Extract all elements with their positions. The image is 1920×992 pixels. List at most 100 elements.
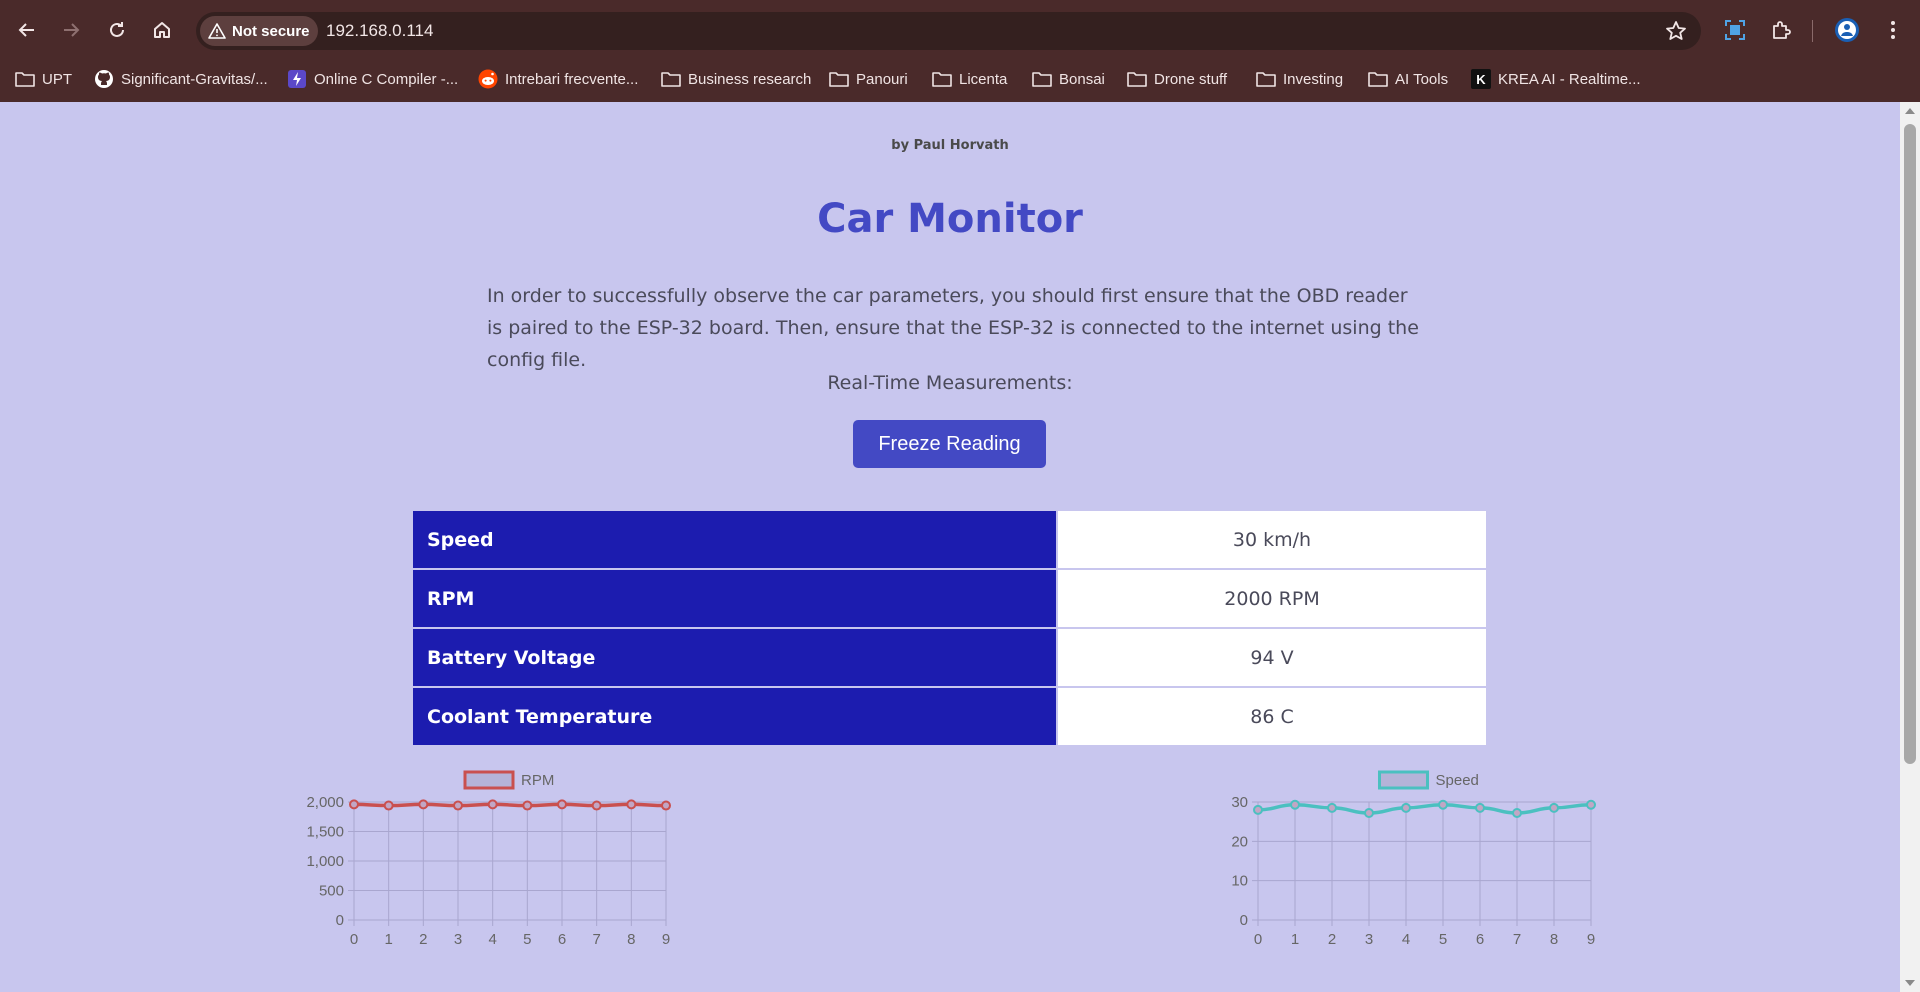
- legend-swatch: [463, 770, 515, 790]
- measurement-label: Speed: [411, 509, 1058, 570]
- browser-toolbar: Not secure 192.168.0.114: [0, 0, 1920, 62]
- folder-icon: [1256, 72, 1276, 87]
- bookmark-label: UPT: [42, 70, 72, 88]
- bookmark-label: KREA AI - Realtime...: [1498, 70, 1641, 88]
- measurement-value: 94 V: [1056, 627, 1488, 688]
- home-icon: [154, 22, 170, 38]
- data-point: [557, 799, 567, 810]
- data-point: [487, 799, 498, 810]
- x-tick-label: 1: [1291, 931, 1299, 948]
- x-tick-label: 2: [1328, 931, 1336, 948]
- bookmark-item[interactable]: Licenta: [932, 66, 1007, 92]
- page-content: by Paul Horvath Car Monitor In order to …: [0, 102, 1900, 992]
- rpm-chart-svg: RPM 0 500 1,000 1,500 2,000 0 1 2 3 4 5 6 7 8 9: [306, 770, 671, 948]
- data-point: [1364, 808, 1374, 819]
- bookmark-item[interactable]: UPT: [15, 66, 72, 92]
- scroll-up-arrow[interactable]: [1905, 108, 1915, 114]
- kebab-menu-icon: [1891, 21, 1895, 39]
- arrow-left-icon: [18, 23, 34, 37]
- bookmark-item[interactable]: Bonsai: [1032, 66, 1105, 92]
- data-point: [418, 799, 429, 810]
- screen-capture-button[interactable]: [1721, 16, 1749, 44]
- scroll-down-arrow[interactable]: [1905, 980, 1915, 986]
- reload-button[interactable]: [102, 15, 132, 45]
- x-tick-label: 4: [488, 931, 496, 948]
- legend-label: RPM: [521, 772, 554, 789]
- security-chip[interactable]: Not secure: [200, 16, 318, 46]
- data-point: [383, 800, 394, 811]
- scrollbar-thumb[interactable]: [1904, 124, 1916, 764]
- x-tick-label: 3: [454, 931, 462, 948]
- table-row: RPM 2000 RPM: [411, 568, 1488, 629]
- measurement-value: 2000 RPM: [1056, 568, 1488, 629]
- profile-button[interactable]: [1833, 16, 1861, 44]
- bookmark-item[interactable]: Significant-Gravitas/...: [94, 66, 268, 92]
- data-point: [591, 800, 602, 811]
- speed-chart-svg: Speed 0 10 20 30 0 1 2 3 4 5 6 7 8 9: [1231, 770, 1596, 948]
- x-tick-label: 3: [1365, 931, 1373, 948]
- bookmark-item[interactable]: Investing: [1256, 66, 1343, 92]
- address-bar[interactable]: Not secure 192.168.0.114: [196, 12, 1701, 50]
- measurement-label: Coolant Temperature: [411, 686, 1058, 747]
- author-byline: by Paul Horvath: [891, 138, 1009, 153]
- bookmark-label: Drone stuff: [1154, 70, 1228, 88]
- measurement-label: Battery Voltage: [411, 627, 1058, 688]
- intro-paragraph: In order to successfully observe the car…: [487, 285, 1419, 371]
- bookmark-star-button[interactable]: [1665, 20, 1687, 46]
- url-text[interactable]: 192.168.0.114: [326, 21, 433, 41]
- puzzle-icon: [1773, 21, 1791, 39]
- bookmark-label: Bonsai: [1059, 70, 1105, 88]
- bookmark-label: Online C Compiler -...: [314, 70, 459, 88]
- extensions-button[interactable]: [1768, 16, 1796, 44]
- y-tick-label: 1,000: [306, 853, 344, 870]
- freeze-reading-button[interactable]: Freeze Reading: [853, 420, 1046, 468]
- x-tick-label: 2: [419, 931, 427, 948]
- warning-icon: [208, 23, 226, 39]
- bookmark-item[interactable]: Intrebari frecvente...: [478, 66, 638, 92]
- data-point: [1512, 808, 1522, 819]
- data-point: [1438, 799, 1448, 810]
- folder-icon: [15, 72, 35, 87]
- data-point: [1327, 802, 1337, 813]
- table-row: Coolant Temperature 86 C: [411, 686, 1488, 747]
- reddit-icon: [478, 69, 498, 89]
- data-point: [522, 800, 533, 811]
- browser-menu-button[interactable]: [1879, 16, 1907, 44]
- data-point: [1475, 802, 1485, 813]
- bookmark-label: Panouri: [856, 70, 908, 88]
- bookmark-item[interactable]: Drone stuff: [1127, 66, 1227, 92]
- security-label: Not secure: [232, 22, 310, 40]
- page-scrollbar[interactable]: [1900, 102, 1920, 992]
- x-tick-label: 1: [384, 931, 392, 948]
- y-tick-label: 20: [1231, 833, 1248, 850]
- bookmark-item[interactable]: K KREA AI - Realtime...: [1471, 66, 1641, 92]
- folder-icon: [661, 72, 681, 87]
- folder-icon: [1368, 72, 1388, 87]
- bookmark-item[interactable]: AI Tools: [1368, 66, 1448, 92]
- x-tick-label: 5: [1439, 931, 1447, 948]
- series-line: [353, 802, 667, 808]
- bookmark-item[interactable]: Online C Compiler -...: [287, 66, 458, 92]
- rpm-chart: RPM 0 500 1,000 1,500 2,000 0 1 2 3 4 5 6 7 8 9: [290, 770, 680, 992]
- bookmark-item[interactable]: Business research: [661, 66, 811, 92]
- arrow-right-icon: [64, 23, 80, 37]
- x-tick-label: 0: [350, 931, 358, 948]
- table-row: Battery Voltage 94 V: [411, 627, 1488, 688]
- x-tick-label: 7: [1513, 931, 1521, 948]
- x-tick-label: 4: [1402, 931, 1410, 948]
- x-tick-label: 9: [662, 931, 670, 948]
- x-tick-label: 5: [523, 931, 531, 948]
- y-tick-label: 2,000: [306, 794, 344, 811]
- x-tick-label: 8: [1550, 931, 1558, 948]
- bookmark-item[interactable]: Panouri: [829, 66, 908, 92]
- legend-swatch: [1378, 770, 1429, 790]
- x-tick-label: 9: [1587, 931, 1595, 948]
- back-button[interactable]: [12, 15, 42, 45]
- browser-chrome: Not secure 192.168.0.114 UPT Significant…: [0, 0, 1920, 102]
- forward-button[interactable]: [56, 15, 86, 45]
- data-point: [1290, 799, 1300, 810]
- github-icon: [95, 70, 113, 88]
- data-point: [626, 799, 637, 810]
- home-button[interactable]: [147, 15, 177, 45]
- data-point: [453, 800, 463, 811]
